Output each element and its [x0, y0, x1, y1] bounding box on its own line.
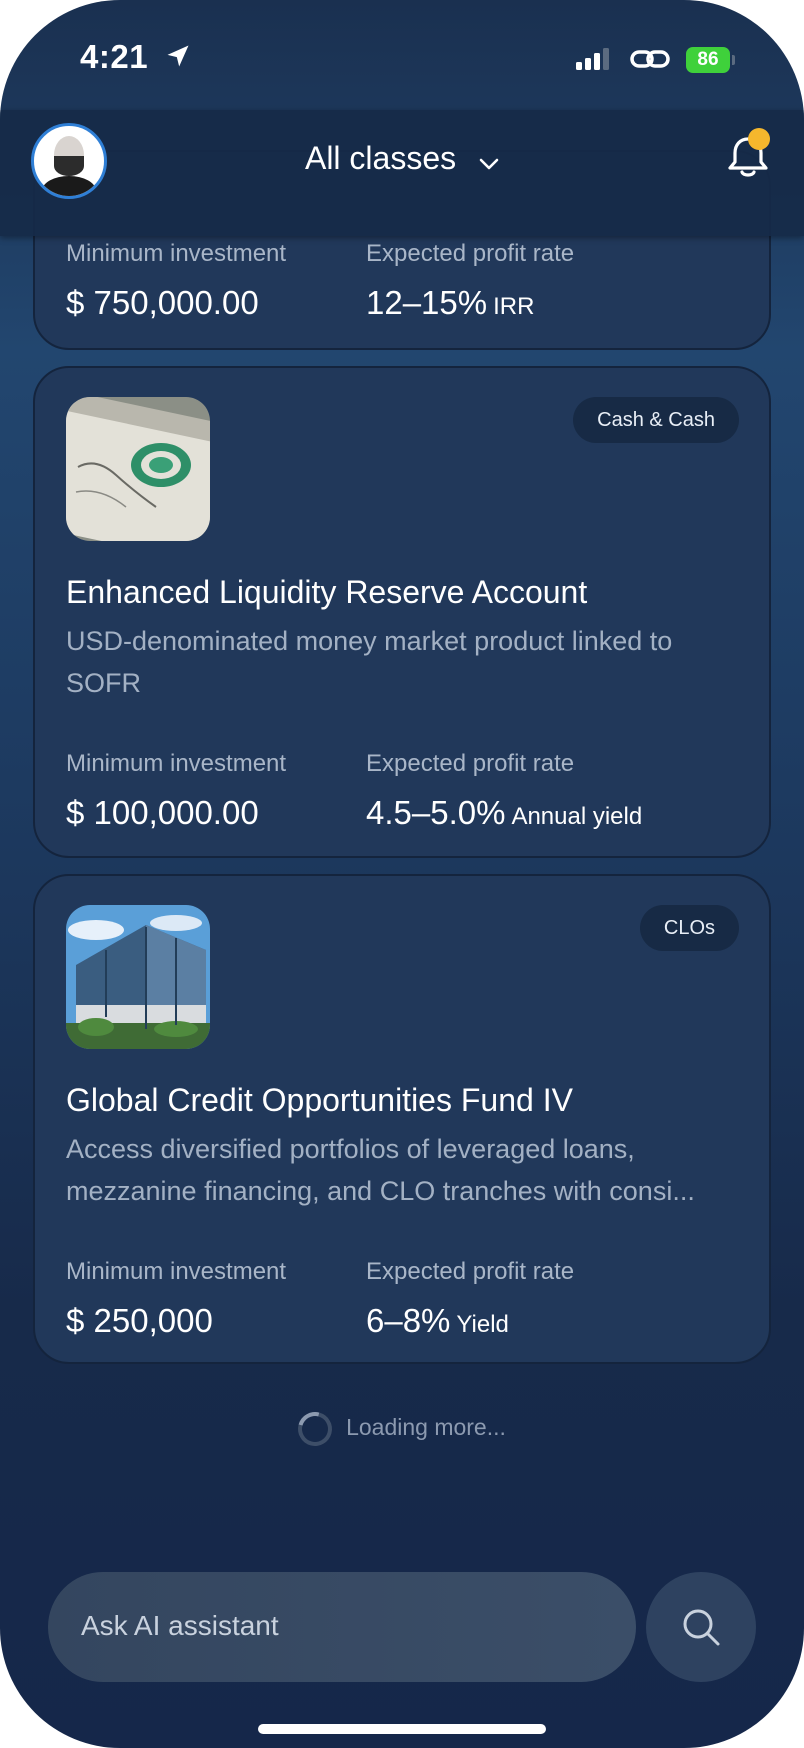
min-investment-value: $ 250,000: [66, 1302, 213, 1339]
search-button[interactable]: [646, 1572, 756, 1682]
profit-rate-label: Expected profit rate: [366, 240, 575, 267]
location-arrow-icon: [167, 45, 189, 67]
asset-class-badge: Cash & Cash: [573, 397, 739, 443]
product-description: Access diversified portfolios of leverag…: [66, 1134, 695, 1206]
ai-assistant-placeholder: Ask AI assistant: [81, 1610, 279, 1641]
product-title: Global Credit Opportunities Fund IV: [66, 1082, 573, 1118]
profit-rate-value: 6–8% Yield: [366, 1302, 509, 1340]
min-investment-label: Minimum investment: [66, 1258, 287, 1285]
product-description: USD-denominated money market product lin…: [66, 626, 673, 698]
profit-rate-unit: Annual yield: [511, 803, 643, 830]
profit-rate-unit: IRR: [493, 293, 535, 320]
phone-screen: 4:21 86 All classes Minimum investment $…: [0, 0, 804, 1748]
spinner-icon: [291, 1405, 339, 1453]
investment-card[interactable]: CLOs Global Credit Opportunities Fund IV…: [33, 874, 771, 1364]
class-filter-dropdown[interactable]: All classes: [0, 140, 804, 179]
asset-class-badge: CLOs: [639, 905, 739, 951]
profit-rate-range: 4.5–5.0%: [366, 794, 506, 831]
notification-dot: [748, 128, 770, 150]
search-icon: [683, 1609, 720, 1646]
signal-icon: [576, 48, 609, 70]
profit-rate-range: 12–15%: [366, 284, 488, 321]
battery-icon: 86: [686, 47, 730, 73]
loading-text: Loading more...: [346, 1414, 506, 1441]
product-image-building: [66, 905, 210, 1049]
clock: 4:21: [80, 38, 149, 75]
min-investment-value: $ 750,000.00: [66, 284, 259, 321]
top-header: All classes: [0, 110, 804, 236]
product-title: Enhanced Liquidity Reserve Account: [66, 574, 588, 610]
product-image-cash: [66, 397, 210, 541]
min-investment-value: $ 100,000.00: [66, 794, 259, 831]
loading-indicator: Loading more...: [0, 1405, 804, 1453]
chevron-down-icon: [479, 142, 499, 179]
battery-cap: [732, 55, 735, 65]
ai-assistant-input[interactable]: Ask AI assistant: [48, 1572, 636, 1682]
class-filter-label: All classes: [304, 140, 457, 176]
profit-rate-value: 12–15% IRR: [366, 284, 534, 322]
home-indicator[interactable]: [258, 1724, 546, 1734]
avatar-body: [42, 176, 96, 196]
profit-rate-value: 4.5–5.0% Annual yield: [366, 794, 642, 832]
min-investment-label: Minimum investment: [66, 240, 287, 267]
profit-rate-label: Expected profit rate: [366, 750, 575, 777]
investment-card[interactable]: Cash & Cash Enhanced Liquidity Reserve A…: [33, 366, 771, 858]
min-investment-label: Minimum investment: [66, 750, 287, 777]
profit-rate-unit: Yield: [456, 1311, 509, 1338]
profit-rate-range: 6–8%: [366, 1302, 451, 1339]
link-icon: [630, 50, 670, 68]
profit-rate-label: Expected profit rate: [366, 1258, 575, 1285]
status-bar: 4:21 86: [0, 0, 804, 110]
